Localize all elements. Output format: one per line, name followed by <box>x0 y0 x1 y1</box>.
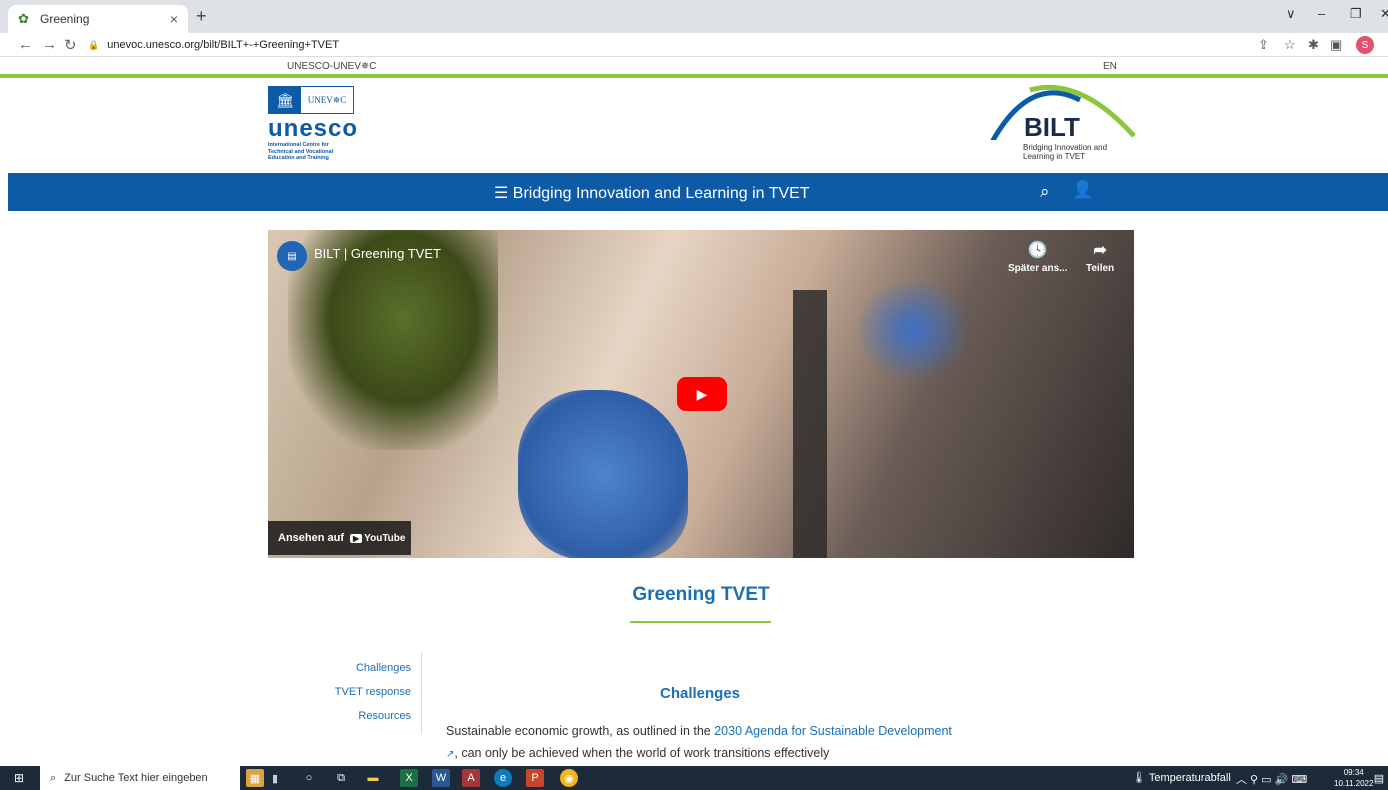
share-label: Teilen <box>1086 263 1115 274</box>
video-thumbnail-bar <box>793 290 827 558</box>
thermometer-icon: 🌡 <box>1132 772 1149 784</box>
sidenav-item-challenges[interactable]: Challenges <box>300 662 411 675</box>
profile-avatar[interactable]: S <box>1356 36 1374 54</box>
windows-taskbar: ⊞ ⌕ Zur Suche Text hier eingeben ▦ ▮ ○ ⧉… <box>0 766 1388 790</box>
url-field[interactable]: 🔒 unevoc.unesco.org/bilt/BILT+-+Greening… <box>88 35 1338 55</box>
temple-icon: 🏛 <box>269 87 301 113</box>
notification-icon[interactable]: ▤ <box>1370 769 1388 787</box>
tab-title: Greening <box>40 12 90 26</box>
video-thumbnail-glove-2 <box>858 280 968 380</box>
browser-tab-bar: ✿ Greening × + ∨ – ❐ ✕ <box>0 0 1388 33</box>
watch-on-youtube-button[interactable]: Ansehen auf ▶ YouTube <box>268 521 411 555</box>
green-divider <box>0 74 1388 78</box>
share-icon[interactable]: ⇪ <box>1258 37 1269 53</box>
page-title: Greening TVET <box>632 584 770 605</box>
bookmark-star-icon[interactable]: ☆ <box>1284 37 1296 53</box>
maximize-button[interactable]: ❐ <box>1350 6 1362 22</box>
minimize-button[interactable]: – <box>1318 6 1325 21</box>
url-text: unevoc.unesco.org/bilt/BILT+-+Greening+T… <box>107 39 340 51</box>
unevoc-logo-box: 🏛 UNEV✵C <box>268 86 354 114</box>
search-icon[interactable]: ⌕ <box>1040 182 1050 202</box>
clock-icon: 🕓 <box>1027 242 1048 259</box>
new-tab-button[interactable]: + <box>196 6 207 27</box>
site-favicon-icon: ✿ <box>18 11 29 26</box>
address-bar-row: ← → ↻ 🔒 unevoc.unesco.org/bilt/BILT+-+Gr… <box>0 33 1388 57</box>
title-underline <box>630 621 771 623</box>
edge-icon[interactable]: e <box>494 769 512 787</box>
sidenav-item-tvet-response[interactable]: TVET response <box>300 686 411 699</box>
share-video-button[interactable]: ➦ Teilen <box>1086 240 1114 274</box>
watch-later-label: Später ans... <box>1008 263 1068 274</box>
powerpoint-icon[interactable]: P <box>526 769 544 787</box>
youtube-play-icon: ▶ <box>350 533 363 543</box>
youtube-wordmark: YouTube <box>364 532 406 544</box>
taskbar-search-placeholder: Zur Suche Text hier eingeben <box>64 772 208 784</box>
weather-widget[interactable]: 🌡 Temperaturabfall <box>1132 771 1231 784</box>
unevoc-label: UNEV✵C <box>307 94 347 105</box>
paragraph-end: , can only be achieved when the world of… <box>454 746 830 760</box>
intro-paragraph: Sustainable economic growth, as outlined… <box>446 721 956 765</box>
youtube-logo: ▶ YouTube <box>350 533 405 544</box>
clock-time: 09:34 <box>1343 768 1364 777</box>
agenda-2030-link[interactable]: 2030 Agenda for Sustainable Development <box>714 724 952 738</box>
play-icon: ▶ <box>696 385 708 402</box>
menu-button[interactable]: ☰ Bridging Innovation and Learning in TV… <box>494 183 810 203</box>
main-navigation: ☰ Bridging Innovation and Learning in TV… <box>8 173 1388 211</box>
extensions-icon[interactable]: ✱ <box>1308 37 1319 53</box>
side-navigation: Challenges TVET response Resources <box>300 652 422 734</box>
windows-start-icon[interactable]: ⊞ <box>14 771 24 785</box>
youtube-video-embed[interactable]: ▤ BILT | Greening TVET 🕓 Später ans... ➦… <box>268 230 1134 558</box>
user-icon[interactable]: 👤 <box>1072 180 1093 200</box>
unesco-wordmark: unesco <box>268 115 359 142</box>
taskbar-search-field[interactable]: ⌕ Zur Suche Text hier eingeben <box>40 766 240 790</box>
access-icon[interactable]: A <box>462 769 480 787</box>
play-button[interactable]: ▶ <box>677 377 727 411</box>
brand-link[interactable]: UNESCO-UNEV✵C <box>287 61 377 72</box>
section-heading: Challenges <box>659 685 741 702</box>
top-strip: UNESCO-UNEV✵C EN <box>0 57 1388 75</box>
taskbar-clock[interactable]: 09:34 10.11.2022 <box>1334 767 1373 789</box>
tab-search-icon[interactable]: ∨ <box>1286 6 1296 22</box>
video-title[interactable]: BILT | Greening TVET <box>314 246 441 261</box>
paragraph-start: Sustainable economic growth, as outlined… <box>446 724 715 738</box>
taskbar-app-icon-1[interactable]: ▦ <box>246 769 264 787</box>
excel-icon[interactable]: X <box>400 769 418 787</box>
taskbar-app-icon-2[interactable]: ▮ <box>266 769 284 787</box>
bilt-subtitle-1: Bridging Innovation and <box>1023 143 1108 152</box>
cortana-icon[interactable]: ○ <box>300 769 318 787</box>
video-thumbnail-glove <box>518 390 688 558</box>
unesco-logo[interactable]: 🏛 UNEV✵C unesco International Centre for… <box>268 86 378 170</box>
file-explorer-icon[interactable]: ▬ <box>364 769 382 787</box>
sidepanel-icon[interactable]: ▣ <box>1330 37 1342 53</box>
back-icon[interactable]: ← <box>18 36 33 53</box>
lock-icon: 🔒 <box>88 39 100 50</box>
browser-tab[interactable]: ✿ Greening × <box>8 5 188 33</box>
task-view-icon[interactable]: ⧉ <box>332 769 350 787</box>
watch-on-label: Ansehen auf <box>278 532 345 544</box>
chrome-icon[interactable]: ◉ <box>560 769 578 787</box>
tab-close-icon[interactable]: × <box>170 11 178 27</box>
word-icon[interactable]: W <box>432 769 450 787</box>
forward-icon[interactable]: → <box>42 36 57 53</box>
weather-label: Temperaturabfall <box>1148 772 1231 784</box>
share-arrow-icon: ➦ <box>1093 242 1107 259</box>
watch-later-button[interactable]: 🕓 Später ans... <box>1008 240 1067 274</box>
unesco-subtitle-3: Education and Training <box>268 155 329 161</box>
close-window-button[interactable]: ✕ <box>1380 6 1388 22</box>
system-tray-icons[interactable]: ︿ ⚲ ▭ 🔊 ⌨ <box>1236 771 1307 787</box>
bilt-subtitle-2: Learning in TVET <box>1023 152 1086 161</box>
video-thumbnail-moss <box>288 230 498 450</box>
channel-avatar[interactable]: ▤ <box>277 241 307 271</box>
bilt-logo[interactable]: BILT Bridging Innovation and Learning in… <box>990 80 1140 172</box>
search-magnifier-icon: ⌕ <box>50 771 57 784</box>
reload-icon[interactable]: ↻ <box>64 36 77 54</box>
clock-date: 10.11.2022 <box>1334 779 1374 788</box>
bilt-wordmark: BILT <box>1024 112 1080 142</box>
sidenav-item-resources[interactable]: Resources <box>300 710 411 723</box>
language-selector[interactable]: EN <box>1103 61 1117 72</box>
